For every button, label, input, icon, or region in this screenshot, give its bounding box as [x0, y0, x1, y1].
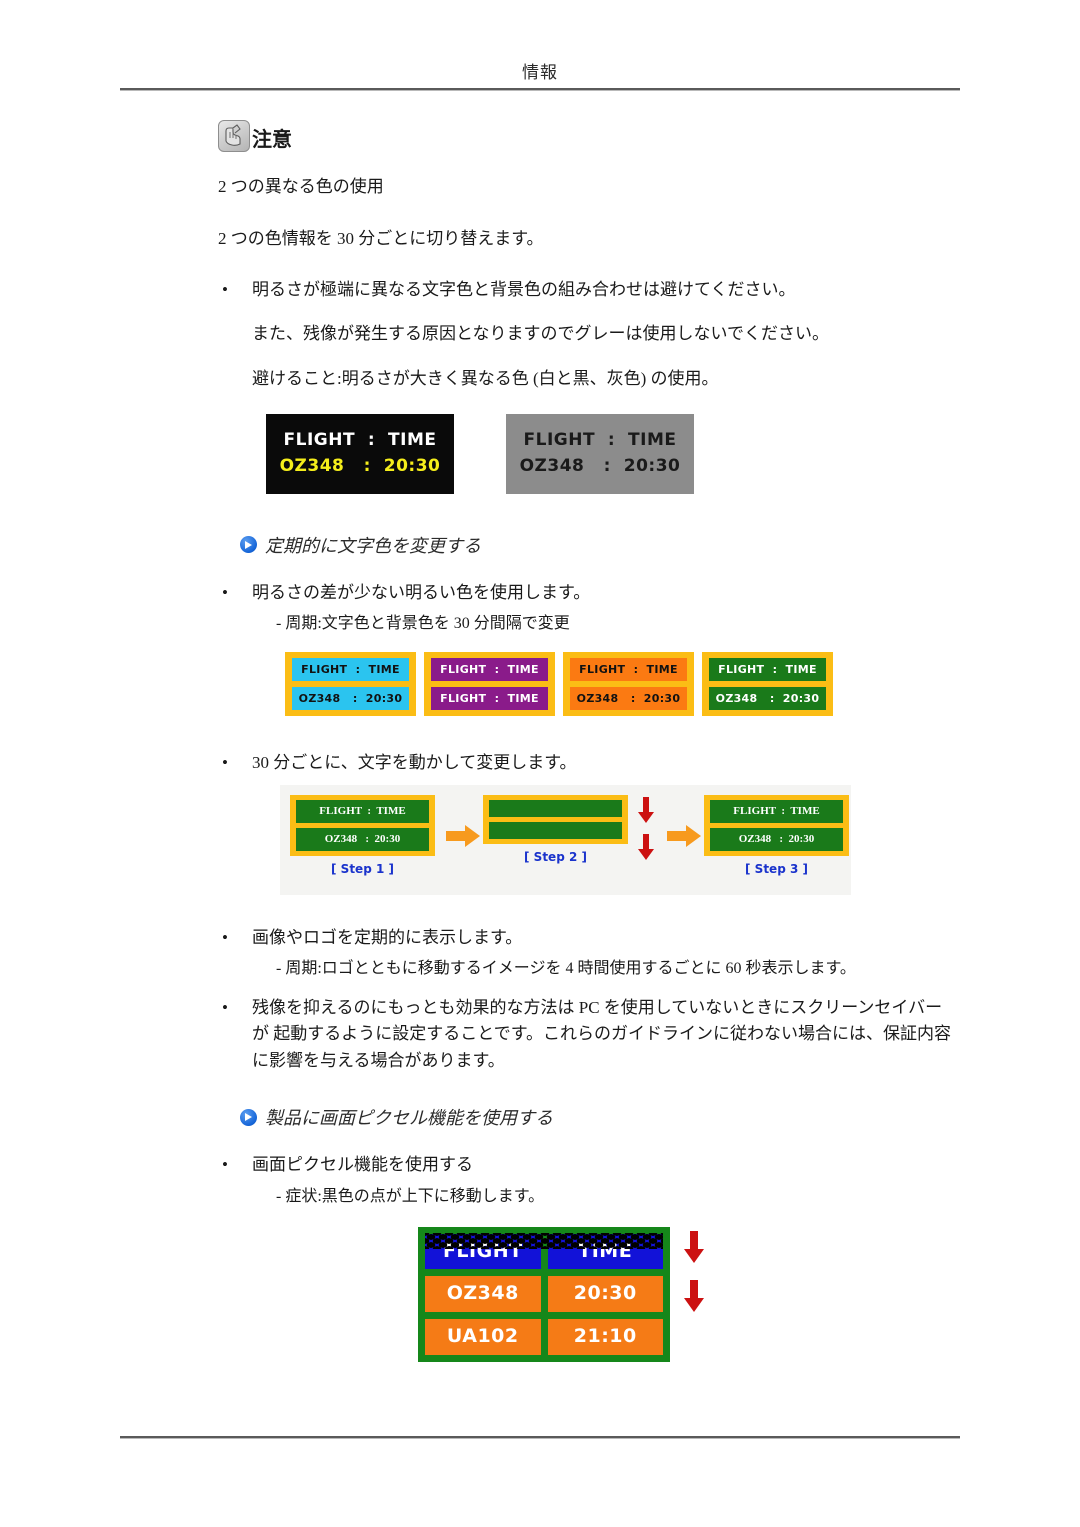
note-heading: 注意 [218, 120, 958, 152]
pixel-row-2-flight: UA102 [425, 1319, 541, 1356]
cyan-board-line-1: FLIGHT : TIME [292, 658, 409, 682]
bullet-marker: • [222, 582, 228, 602]
bullet-marker: • [222, 998, 228, 1018]
green-board: FLIGHT : TIME OZ348 : 20:30 [702, 652, 833, 717]
figure-color-cycle-boards: FLIGHT : TIME OZ348 : 20:30 FLIGHT : TIM… [285, 652, 958, 717]
page-content: 注意 2 つの異なる色の使用 2 つの色情報を 30 分ごとに切り替えます。 •… [218, 120, 958, 1363]
orange-board-line-2: OZ348 : 20:30 [570, 687, 687, 711]
step-1-line-2: OZ348 : 20:30 [296, 827, 429, 852]
bullet-use-pixel-text: 画面ピクセル機能を使用する [252, 1155, 473, 1175]
pixel-row-2-time: 21:10 [547, 1319, 663, 1356]
dash-note-logo-cycle: - 周期:ロゴとともに移動するイメージを 4 時間使用するごとに 60 秒表示し… [276, 960, 856, 978]
step-1-board: FLIGHT : TIME OZ348 : 20:30 [290, 794, 435, 857]
pixel-header-time: TIME [547, 1233, 663, 1270]
dash-note-cycle-colors: - 周期:文字色と背景色を 30 分間隔で変更 [276, 615, 570, 633]
dash-note-symptom: - 症状:黒色の点が上下に移動します。 [276, 1187, 545, 1205]
note-pen-icon [218, 120, 250, 152]
gray-board: FLIGHT : TIME OZ348 : 20:30 [506, 414, 694, 494]
bullet-item-screensaver: • 残像を抑えるのにもっとも効果的な方法は PC を使用していないときにスクリー… [218, 995, 958, 1074]
figure-pixel-shift: FLIGHT TIME OZ348 20:30 UA102 21:10 [418, 1226, 718, 1363]
purple-board-line-1: FLIGHT : TIME [431, 658, 548, 682]
step-2-unit: KA1710 : 12:00 AA0005 : 12:35 OA0110 : 1… [483, 794, 628, 864]
green-board-line-1: FLIGHT : TIME [709, 658, 826, 682]
step-2-scroll-row-1: KA1710 : 12:00 AA0005 : 12:35 [489, 799, 622, 817]
pixel-board-row-2: UA102 21:10 [425, 1319, 663, 1356]
bullet-contrast-line-1: 明るさが極端に異なる文字色と背景色の組み合わせは避けてください。 [252, 280, 796, 299]
down-arrow-icon-4 [684, 1279, 704, 1312]
note-heading-label: 注意 [252, 129, 292, 151]
step-2-scroll-row-2: OA0110 : 13:30 KL0125 : 13:50 [489, 821, 622, 839]
black-board: FLIGHT : TIME OZ348 : 20:30 [266, 414, 454, 494]
bullet-contrast-line-2: また、残像が発生する原因となりますのでグレーは使用しないでください。 [252, 324, 829, 344]
blue-arrow-icon [240, 1108, 257, 1126]
right-arrow-icon-1 [446, 824, 480, 847]
cyan-board-line-2: OZ348 : 20:30 [292, 687, 409, 711]
step-3-line-2: OZ348 : 20:30 [710, 827, 843, 852]
step-1-label: [ Step 1 ] [331, 862, 394, 877]
black-board-line-2: OZ348 : 20:30 [279, 456, 441, 477]
figure-step-diagram: FLIGHT : TIME OZ348 : 20:30 [ Step 1 ] K… [280, 784, 851, 895]
orange-board: FLIGHT : TIME OZ348 : 20:30 [563, 652, 694, 717]
down-arrow-icon-3 [684, 1230, 704, 1263]
orange-board-line-1: FLIGHT : TIME [570, 658, 687, 682]
gray-board-line-2: OZ348 : 20:30 [519, 456, 681, 477]
pixel-row-1-flight: OZ348 [425, 1276, 541, 1313]
page-header-title: 情報 [522, 63, 558, 82]
down-arrow-icon-1 [638, 796, 654, 823]
bullet-bright-colors-text: 明るさの差が少ない明るい色を使用します。 [252, 582, 591, 602]
note-intro-line-2: 2 つの色情報を 30 分ごとに切り替えます。 [218, 228, 544, 248]
section-heading-change-text-color: 定期的に文字色を変更する [240, 532, 958, 558]
purple-board-line-2: FLIGHT : TIME [431, 687, 548, 711]
step-1-unit: FLIGHT : TIME OZ348 : 20:30 [ Step 1 ] [290, 794, 435, 877]
pixel-shift-board: FLIGHT TIME OZ348 20:30 UA102 21:10 [418, 1226, 670, 1363]
blue-arrow-icon [240, 536, 257, 554]
document-page: 情報 注意 2 つの異なる色の使用 2 つの色情報を 30 分ごとに切り替えます… [0, 0, 1080, 1527]
cyan-board: FLIGHT : TIME OZ348 : 20:30 [285, 652, 416, 717]
black-board-line-1: FLIGHT : TIME [283, 430, 437, 451]
step-2-label: [ Step 2 ] [524, 849, 587, 864]
bullet-marker: • [222, 753, 228, 773]
bullet-marker: • [222, 1155, 228, 1175]
bullet-screensaver-text: 残像を抑えるのにもっとも効果的な方法は PC を使用していないときにスクリーンセ… [252, 998, 952, 1070]
bullet-contrast-line-3: 避けること:明るさが大きく異なる色 (白と黒、灰色) の使用。 [252, 368, 719, 388]
step-2-board: KA1710 : 12:00 AA0005 : 12:35 OA0110 : 1… [483, 794, 628, 844]
down-arrows-group [638, 796, 654, 865]
bullet-item-move-text: • 30 分ごとに、文字を動かして変更します。 [218, 750, 958, 776]
green-board-line-2: OZ348 : 20:30 [709, 687, 826, 711]
gray-board-line-1: FLIGHT : TIME [523, 430, 677, 451]
pixel-header-flight: FLIGHT [425, 1233, 541, 1270]
down-arrow-icon-2 [638, 833, 654, 860]
pixel-down-arrows-group [684, 1230, 704, 1317]
bullet-item-bright-colors: • 明るさの差が少ない明るい色を使用します。 [218, 580, 958, 606]
figure-contrast-boards: FLIGHT : TIME OZ348 : 20:30 FLIGHT : TIM… [266, 414, 958, 494]
section-heading-screen-pixel: 製品に画面ピクセル機能を使用する [240, 1104, 958, 1130]
right-arrow-icon-2 [667, 824, 701, 847]
section-heading-1-label: 定期的に文字色を変更する [265, 535, 481, 556]
bullet-item-show-logo: • 画像やロゴを定期的に表示します。 [218, 925, 958, 951]
pixel-row-1-time: 20:30 [547, 1276, 663, 1313]
bullet-move-text-text: 30 分ごとに、文字を動かして変更します。 [252, 753, 577, 773]
bullet-marker: • [222, 927, 228, 947]
bullet-item-contrast: • 明るさが極端に異なる文字色と背景色の組み合わせは避けてください。 また、残像… [218, 277, 958, 392]
step-3-unit: FLIGHT : TIME OZ348 : 20:30 [ Step 3 ] [704, 794, 849, 877]
step-3-label: [ Step 3 ] [745, 862, 808, 877]
note-intro-line-1: 2 つの異なる色の使用 [218, 177, 384, 196]
step-1-line-1: FLIGHT : TIME [296, 799, 429, 823]
purple-board: FLIGHT : TIME FLIGHT : TIME [424, 652, 555, 717]
pixel-board-header-row: FLIGHT TIME [425, 1233, 663, 1270]
bullet-item-use-pixel: • 画面ピクセル機能を使用する [218, 1152, 958, 1178]
bullet-marker: • [222, 280, 228, 299]
pixel-board-row-1: OZ348 20:30 [425, 1276, 663, 1313]
header-rule [120, 88, 960, 91]
section-heading-2-label: 製品に画面ピクセル機能を使用する [265, 1108, 553, 1129]
step-3-board: FLIGHT : TIME OZ348 : 20:30 [704, 794, 849, 857]
bullet-show-logo-text: 画像やロゴを定期的に表示します。 [252, 927, 523, 947]
step-3-line-1: FLIGHT : TIME [710, 799, 843, 823]
footer-rule [120, 1436, 960, 1439]
